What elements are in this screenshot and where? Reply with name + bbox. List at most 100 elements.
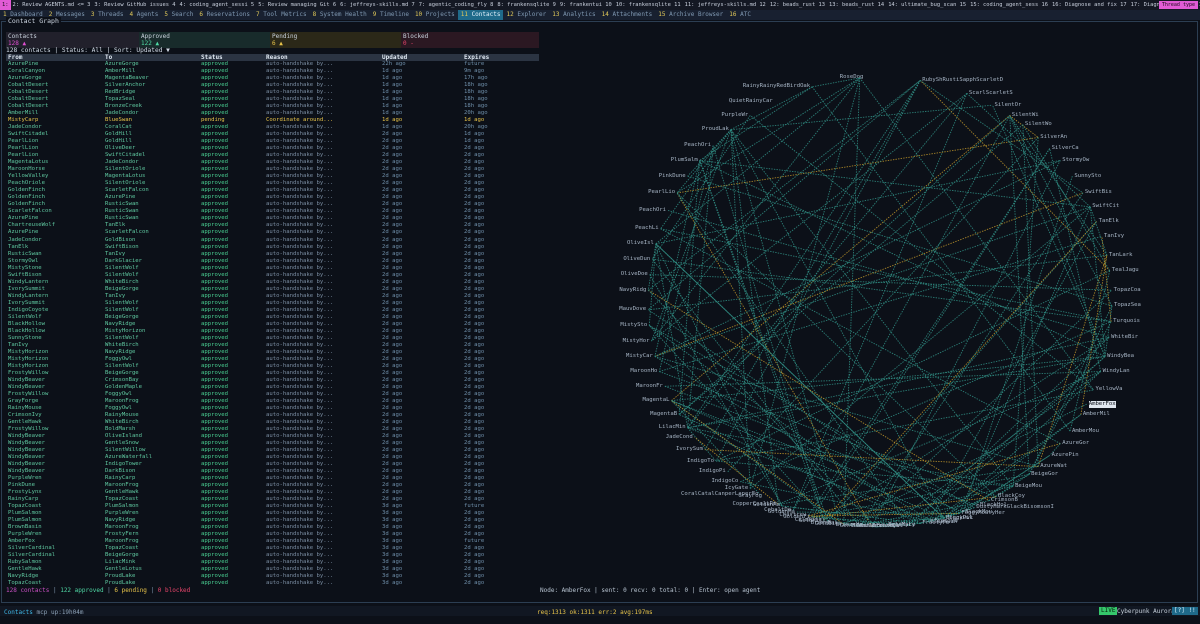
header-updated[interactable]: Updated <box>382 54 446 61</box>
graph-node[interactable]: QuietRainyCar <box>729 98 773 105</box>
tmux-tab[interactable]: 3: Review GitHub issues 4 <box>92 0 177 10</box>
graph-node[interactable]: RainyRainyRedBirdOak <box>743 83 810 90</box>
graph-node[interactable]: CopperCoaltRi <box>733 501 777 508</box>
tmux-tab[interactable]: 6: jeffreys-skills.md 7 <box>338 0 417 10</box>
graph-node[interactable]: MistyCar <box>626 353 653 360</box>
tab-search[interactable]: 5 Search <box>161 10 196 20</box>
tmux-tab[interactable]: 1: <box>0 0 11 10</box>
tab-archive-browser[interactable]: 15 Archive Browser <box>655 10 726 20</box>
graph-node[interactable]: MauvDove <box>619 306 646 313</box>
graph-node[interactable]: SwiftCit <box>1092 203 1119 210</box>
graph-node[interactable]: WhiteBir <box>1111 334 1138 341</box>
graph-node[interactable]: MistySto <box>620 322 647 329</box>
graph-node[interactable]: MagentaB <box>650 411 677 418</box>
tab-contacts[interactable]: 11 Contacts <box>457 10 504 20</box>
header-status[interactable]: Status <box>201 54 263 61</box>
graph-node[interactable]: NavyRidg <box>619 287 646 294</box>
graph-node[interactable]: PeachLi <box>635 225 659 232</box>
graph-node[interactable]: IndigoTo <box>687 458 714 465</box>
graph-node[interactable]: SilentWi <box>1012 112 1039 119</box>
graph-node[interactable]: SilverAn <box>1040 134 1067 141</box>
tab-projects[interactable]: 10 Projects <box>412 10 458 20</box>
tab-reservations[interactable]: 6 Reservations <box>196 10 253 20</box>
header-expires[interactable]: Expires <box>464 54 534 61</box>
filter-sort-line[interactable]: 128 contacts | Status: All | Sort: Updat… <box>6 47 170 54</box>
tmux-tab[interactable]: 7: agentic_coding_fly 8 <box>417 0 496 10</box>
tab-analytics[interactable]: 13 Analytics <box>549 10 598 20</box>
graph-node[interactable]: PinkDune <box>659 173 686 180</box>
graph-node[interactable]: SwiftBis <box>1085 189 1112 196</box>
graph-node[interactable]: TopazCoa <box>1114 287 1141 294</box>
graph-node[interactable]: FrostyLy <box>888 522 915 529</box>
tmux-tab[interactable]: 9: frankentui 10 <box>558 0 614 10</box>
graph-node[interactable]: TopazSea <box>1114 302 1141 309</box>
header-from[interactable]: From <box>8 54 102 61</box>
tab-timeline[interactable]: 9 Timeline <box>370 10 412 20</box>
graph-node[interactable]: MaroonHo <box>630 368 657 375</box>
tab-attachments[interactable]: 14 Attachments <box>599 10 656 20</box>
graph-node[interactable]: ScarlScarletS <box>969 90 1013 97</box>
graph-node[interactable]: DustyHarkGlackBisomsonI <box>976 504 1053 511</box>
table-row[interactable]: TopazCoast ProudLake approved auto-handshak… <box>6 580 539 586</box>
tmux-tab[interactable]: 13: beads_rust 14 <box>827 0 886 10</box>
graph-node[interactable]: WindyLan <box>1103 368 1130 375</box>
graph-node[interactable]: AmberMil <box>1083 411 1110 418</box>
tmux-tab[interactable]: 8: frankensqlite 9 <box>495 0 557 10</box>
graph-node[interactable]: LilacMin <box>659 424 686 431</box>
tmux-tab[interactable]: 10: frankensqlite 11 <box>614 0 683 10</box>
tmux-tab[interactable]: 16: Diagnose and fix 17 <box>1050 0 1129 10</box>
graph-node[interactable]: IndigoPi <box>699 468 726 475</box>
tmux-tab[interactable]: 4: coding_agent_sessi 5 <box>178 0 257 10</box>
tab-system-health[interactable]: 8 System Health <box>310 10 370 20</box>
contact-graph[interactable]: RoseDog RainyRainyRedBirdOak RubyShRustiSa… <box>540 60 1190 582</box>
tab-tool-metrics[interactable]: 7 Tool Metrics <box>253 10 310 20</box>
graph-node[interactable]: MaroonFr <box>636 383 663 390</box>
tmux-tab[interactable]: 2: Review AGENTS.md <= 3 <box>11 0 93 10</box>
graph-node[interactable]: AzureWat <box>1040 463 1067 470</box>
graph-node[interactable]: BeigeGor <box>1031 471 1058 478</box>
help-button[interactable]: [?] !! <box>1172 607 1198 615</box>
graph-node[interactable]: SilentOr <box>994 102 1021 109</box>
graph-node[interactable]: AzureGor <box>1062 440 1089 447</box>
tab-agents[interactable]: 4 Agents <box>126 10 161 20</box>
graph-node[interactable]: SilentWo <box>1025 121 1052 128</box>
graph-node[interactable]: OliveDun <box>623 256 650 263</box>
graph-node[interactable]: AmberMou <box>1072 428 1099 435</box>
theme-name[interactable]: Cyberpunk Aurora <box>1117 608 1175 615</box>
tmux-tab[interactable]: 5: Review managing Git 6 <box>256 0 338 10</box>
graph-node[interactable]: TanElk <box>1099 218 1119 225</box>
graph-node[interactable]: PlumSalm <box>671 157 698 164</box>
graph-node[interactable]: AzurePin <box>1052 452 1079 459</box>
graph-node[interactable]: TanIvy <box>1104 233 1124 240</box>
graph-node[interactable]: CobaltDe <box>764 507 791 514</box>
graph-node[interactable]: BronzeHo <box>836 522 863 529</box>
graph-node[interactable]: CrimsonB <box>991 497 1018 504</box>
graph-node[interactable]: MagentaL <box>643 397 670 404</box>
tab-explorer[interactable]: 12 Explorer <box>503 10 549 20</box>
graph-node[interactable]: SilverCa <box>1052 145 1079 152</box>
graph-node[interactable]: PeachOri <box>639 207 666 214</box>
tab-threads[interactable]: 3 Threads <box>88 10 127 20</box>
graph-node[interactable]: TealJagu <box>1112 267 1139 274</box>
graph-node[interactable]: IvorySum <box>676 446 703 453</box>
tab-atc[interactable]: 16 ATC <box>726 10 754 20</box>
graph-node[interactable]: TanLark <box>1109 252 1133 259</box>
graph-node[interactable]: OliveIsl <box>627 240 654 247</box>
graph-node[interactable]: JadeCond <box>666 434 693 441</box>
graph-node[interactable]: OliveDoe <box>621 271 648 278</box>
header-reason[interactable]: Reason <box>266 54 380 61</box>
tmux-tab[interactable]: 12: beads_rust 13 <box>768 0 827 10</box>
tmux-tab[interactable]: 11: jeffreys-skills.md 12 <box>683 0 768 10</box>
graph-node[interactable]: BeigeMou <box>1015 483 1042 490</box>
graph-node[interactable]: Turquois <box>1113 318 1140 325</box>
graph-node[interactable]: AmberFox <box>1088 400 1116 408</box>
graph-node[interactable]: CoralCatalCanperLaperFo <box>681 491 758 498</box>
graph-node[interactable]: StormyOw <box>1062 157 1089 164</box>
graph-node[interactable]: PeachOri <box>684 142 711 149</box>
graph-node[interactable]: RubyShRustiSapphScarletD <box>922 77 1003 84</box>
header-to[interactable]: To <box>105 54 199 61</box>
graph-node[interactable]: SunnySto <box>1074 173 1101 180</box>
graph-node[interactable]: WindyBea <box>1107 353 1134 360</box>
graph-node[interactable]: RoseDog <box>840 74 864 81</box>
graph-node[interactable]: PearlLio <box>648 189 675 196</box>
